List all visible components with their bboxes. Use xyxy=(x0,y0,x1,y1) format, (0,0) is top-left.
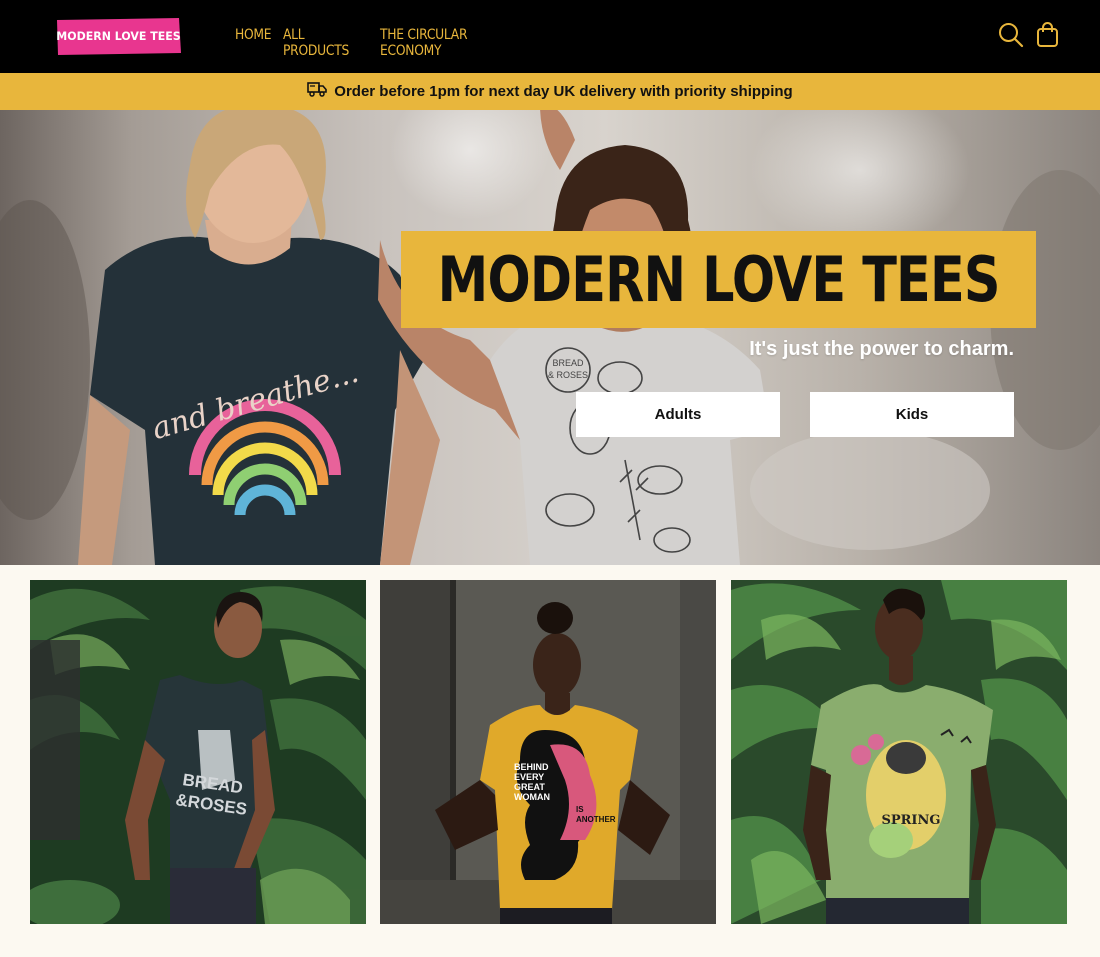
product-photo: SPRING xyxy=(731,580,1067,924)
kids-button[interactable]: Kids xyxy=(810,392,1014,437)
adults-button[interactable]: Adults xyxy=(576,392,780,437)
hero-title-banner: MODERN LOVE TEES xyxy=(401,231,1036,328)
main-nav: HOME ALL PRODUCTS THE CIRCULAR ECONOMY xyxy=(235,27,540,59)
shopping-bag-icon[interactable] xyxy=(1036,22,1062,48)
product-tile-spring[interactable]: SPRING xyxy=(731,580,1067,924)
nav-home[interactable]: HOME xyxy=(235,27,277,59)
hero-shirt-print-right-line1: BREAD xyxy=(552,358,584,368)
tile-shirt-print-2b: EVERY xyxy=(514,772,544,782)
nav-circular-economy[interactable]: THE CIRCULAR ECONOMY xyxy=(380,27,521,59)
hero-shirt-print-right-line2: & ROSES xyxy=(548,370,588,380)
tile-shirt-print-3: SPRING xyxy=(881,813,940,828)
product-tile-bread-roses[interactable]: BREAD &ROSES xyxy=(30,580,366,924)
nav-all-products[interactable]: ALL PRODUCTS xyxy=(283,27,368,59)
tile-shirt-print-2c: GREAT xyxy=(514,782,545,792)
tile-shirt-print-2f: ANOTHER xyxy=(576,815,616,824)
product-photo: BREAD &ROSES xyxy=(30,580,366,924)
tile-shirt-print-2e: IS xyxy=(576,805,584,814)
promo-bar: Order before 1pm for next day UK deliver… xyxy=(0,73,1100,110)
product-photo: BEHIND EVERY GREAT WOMAN IS ANOTHER xyxy=(380,580,716,924)
hero-banner: and breathe... BREAD & ROSES MODERN LOVE… xyxy=(0,110,1100,565)
hero-subtitle: It's just the power to charm. xyxy=(749,338,1014,360)
logo[interactable]: MODERN LOVE TEES xyxy=(55,17,182,55)
product-tile-great-woman[interactable]: BEHIND EVERY GREAT WOMAN IS ANOTHER xyxy=(380,580,716,924)
promo-text: Order before 1pm for next day UK deliver… xyxy=(334,83,793,100)
logo-text: MODERN LOVE TEES xyxy=(56,29,181,43)
delivery-truck-icon xyxy=(307,81,328,102)
hero-title: MODERN LOVE TEES xyxy=(437,243,1001,316)
tile-shirt-print-2d: WOMAN xyxy=(514,792,550,802)
tile-shirt-print-2a: BEHIND xyxy=(514,762,549,772)
site-header: MODERN LOVE TEES HOME ALL PRODUCTS THE C… xyxy=(0,0,1100,73)
search-icon[interactable] xyxy=(998,22,1024,48)
